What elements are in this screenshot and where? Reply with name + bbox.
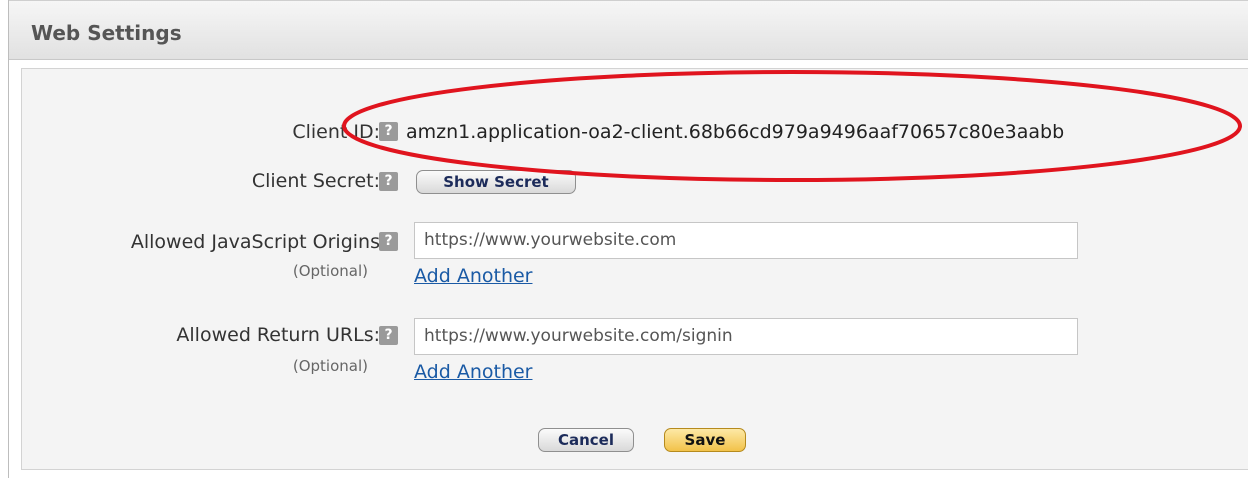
highlight-ellipse-annotation [342,70,1242,182]
js-origins-input[interactable]: https://www.yourwebsite.com [414,222,1078,259]
return-urls-add-another-link[interactable]: Add Another [414,361,532,383]
panel-header: Web Settings [9,0,1248,60]
return-urls-help-icon[interactable]: ? [379,326,398,345]
js-origins-help-icon[interactable]: ? [379,232,398,251]
panel-title: Web Settings [31,21,182,45]
js-origins-label: Allowed JavaScript Origins [130,231,380,253]
return-urls-optional-note: (Optional) [292,357,368,375]
highlight-ellipse [342,70,1242,182]
js-origins-add-another-link[interactable]: Add Another [414,265,532,287]
js-origins-optional-note: (Optional) [292,262,368,280]
cancel-button[interactable]: Cancel [538,428,634,452]
save-button[interactable]: Save [664,428,746,452]
return-urls-input[interactable]: https://www.yourwebsite.com/signin [414,318,1078,355]
return-urls-label: Allowed Return URLs: [176,324,380,346]
